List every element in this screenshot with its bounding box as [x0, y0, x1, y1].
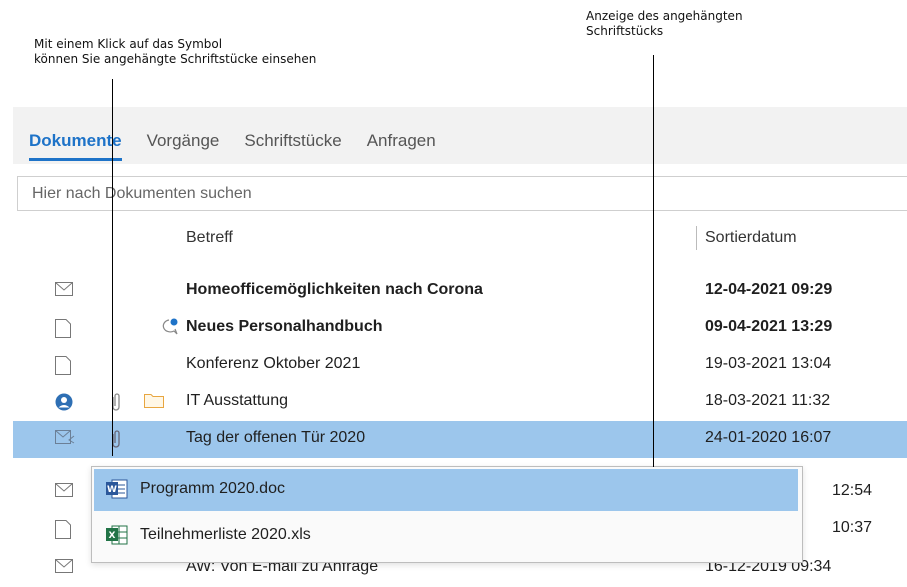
document-icon	[55, 520, 73, 539]
table-row[interactable]: IT Ausstattung 18-03-2021 11:32	[13, 384, 907, 421]
annotation-leader-line	[112, 79, 113, 456]
envelope-icon	[55, 559, 73, 577]
row-date: 24-01-2020 16:07	[705, 429, 832, 446]
table-row[interactable]: Konferenz Oktober 2021 19-03-2021 13:04	[13, 347, 907, 384]
tab-schriftstuecke[interactable]: Schriftstücke	[244, 131, 341, 161]
row-date: 12-04-2021 09:29	[705, 281, 833, 298]
excel-file-icon: X	[106, 525, 128, 550]
tab-vorgaenge[interactable]: Vorgänge	[147, 131, 220, 161]
word-file-icon: W	[106, 479, 128, 504]
row-date: 18-03-2021 11:32	[705, 392, 831, 409]
table-row[interactable]: Neues Personalhandbuch 09-04-2021 13:29	[13, 310, 907, 347]
attachment-filename: Teilnehmerliste 2020.xls	[140, 526, 311, 543]
attachment-filename: Programm 2020.doc	[140, 480, 285, 497]
tab-dokumente[interactable]: Dokumente	[29, 131, 122, 161]
tab-anfragen[interactable]: Anfragen	[367, 131, 436, 161]
column-header-subject[interactable]: Betreff	[186, 229, 233, 247]
row-subject: Konferenz Oktober 2021	[186, 355, 361, 372]
tab-bar: Dokumente Vorgänge Schriftstücke Anfrage…	[13, 107, 907, 164]
envelope-reply-icon	[55, 430, 75, 448]
row-date: 09-04-2021 13:29	[705, 318, 833, 335]
annotation-preview-hint: Anzeige des angehängten Schriftstücks	[586, 9, 743, 38]
document-icon	[55, 356, 73, 375]
attachment-popup: W Programm 2020.doc X Teilnehmerliste 20…	[91, 466, 803, 563]
attachment-item-word[interactable]: W Programm 2020.doc	[94, 469, 798, 511]
document-icon	[55, 319, 73, 338]
row-subject: IT Ausstattung	[186, 392, 288, 409]
svg-text:X: X	[109, 531, 116, 541]
annotation-leader-line	[653, 55, 654, 467]
person-icon	[55, 393, 73, 411]
attachment-item-excel[interactable]: X Teilnehmerliste 2020.xls	[94, 515, 798, 557]
annotation-attachment-hint: Mit einem Klick auf das Symbol können Si…	[34, 37, 317, 66]
envelope-icon	[55, 483, 73, 501]
table-row[interactable]: Homeofficemöglichkeiten nach Corona 12-0…	[13, 273, 907, 310]
row-date: 12:54	[832, 482, 873, 499]
folder-icon	[144, 392, 164, 410]
svg-text:W: W	[107, 485, 117, 495]
table-row-selected[interactable]: Tag der offenen Tür 2020 24-01-2020 16:0…	[13, 421, 907, 458]
row-date: 19-03-2021 13:04	[705, 355, 832, 372]
row-subject: Tag der offenen Tür 2020	[186, 429, 366, 446]
comment-icon[interactable]	[160, 318, 178, 336]
row-subject: Neues Personalhandbuch	[186, 318, 383, 335]
row-subject: Homeofficemöglichkeiten nach Corona	[186, 281, 483, 298]
column-header-date[interactable]: Sortierdatum	[696, 226, 797, 250]
search-input[interactable]: Hier nach Dokumenten suchen	[17, 176, 907, 211]
row-date: 10:37	[832, 519, 873, 536]
envelope-icon	[55, 282, 73, 300]
